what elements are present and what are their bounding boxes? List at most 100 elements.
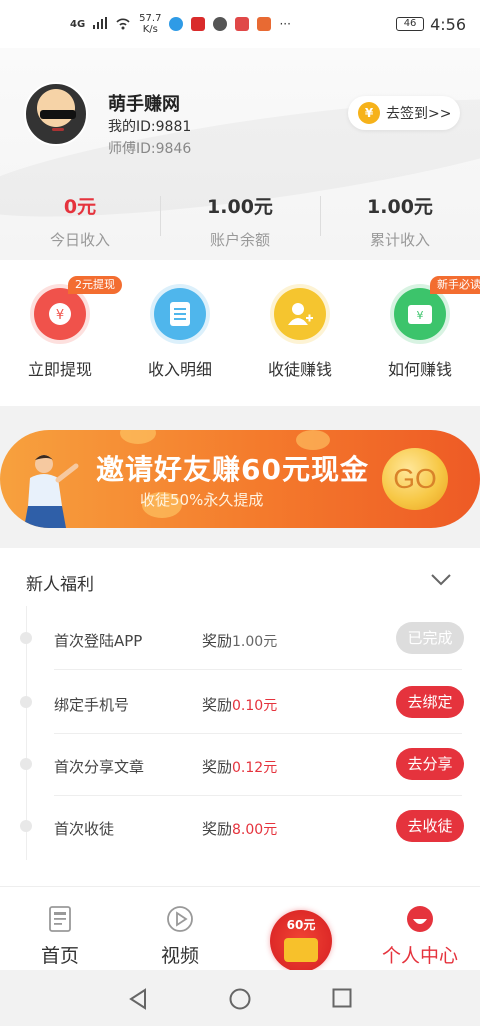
action-label: 收入明细 (147, 360, 212, 379)
task-reward: 奖励1.00元 (202, 630, 277, 651)
stat-total-income[interactable]: 1.00元 累计收入 (320, 186, 480, 256)
nav-label: 个人中心 (381, 945, 458, 967)
stat-label: 账户余额 (209, 231, 270, 249)
checkin-label: 去签到>> (386, 106, 452, 122)
wifi-icon (115, 16, 131, 33)
section-title: 新人福利 (26, 575, 94, 595)
checkin-button[interactable]: ¥ 去签到>> (348, 96, 460, 130)
reward-prefix: 奖励 (202, 820, 233, 838)
reward-prefix: 奖励 (202, 632, 233, 650)
app-icon (235, 17, 250, 31)
back-icon[interactable] (128, 988, 148, 1010)
reward-amount: 1.00元 (232, 634, 278, 650)
wallet-icon: ¥ (394, 288, 446, 340)
battery-icon: 46 (396, 17, 425, 31)
action-recruit[interactable]: 收徒赚钱 (240, 260, 360, 406)
nav-label: 首页 (40, 945, 79, 967)
go-button[interactable]: GO (382, 448, 448, 510)
withdraw-tag: 2元提现 (68, 276, 122, 294)
play-icon (167, 906, 193, 932)
task-row: 首次收徒 奖励8.00元 去收徒 (0, 796, 480, 858)
person-illustration (24, 455, 79, 528)
share-button[interactable]: 去分享 (396, 748, 464, 780)
stat-value: 1.00元 (367, 196, 433, 218)
news-icon (49, 906, 71, 932)
add-user-icon (274, 288, 326, 340)
task-name: 首次分享文章 (54, 758, 145, 776)
stat-value: 0元 (63, 196, 97, 218)
task-reward: 奖励0.12元 (202, 756, 277, 777)
invite-banner[interactable]: 邀请好友赚60元现金 收徒50%永久提成 GO (0, 430, 480, 528)
network-speed: 57.7 K/s (139, 13, 161, 35)
reward-amount: 0.10元 (232, 698, 278, 714)
bind-phone-button[interactable]: 去绑定 (396, 686, 464, 718)
news-app-icon (191, 17, 206, 31)
reward-prefix: 奖励 (202, 696, 233, 714)
recents-icon[interactable] (332, 988, 352, 1008)
banner-title: 邀请好友赚60元现金 (96, 453, 369, 486)
speed-value: 57.7 (139, 13, 162, 24)
action-label: 收徒赚钱 (267, 360, 332, 379)
signal-bars-icon (93, 16, 108, 32)
action-income-detail[interactable]: 收入明细 (120, 260, 240, 406)
task-name: 绑定手机号 (54, 696, 130, 714)
master-id: 师傅ID:9846 (108, 141, 192, 157)
reward-amount: 0.12元 (232, 760, 278, 776)
recruit-button[interactable]: 去收徒 (396, 810, 464, 842)
bottom-nav: 首页 视频 个人中心 (0, 886, 480, 970)
reward-badge-text: 60元 (286, 918, 316, 932)
nav-home[interactable]: 首页 (0, 887, 120, 970)
task-name: 首次收徒 (54, 820, 115, 838)
weibo-icon (257, 17, 272, 31)
divider (54, 669, 462, 670)
app-notification-icon (169, 17, 184, 31)
quick-actions: ¥ 2元提现 立即提现 收入明细 收徒赚钱 ¥ 新手必读 如何赚钱 (0, 260, 480, 406)
nickname: 萌手赚网 (108, 94, 180, 115)
wechat-icon (213, 17, 228, 31)
action-label: 立即提现 (27, 360, 92, 379)
action-label: 如何赚钱 (387, 360, 452, 379)
task-reward: 奖励0.10元 (202, 694, 277, 715)
timeline-dot (20, 632, 32, 644)
chevron-down-icon[interactable] (430, 568, 452, 590)
reward-amount: 8.00元 (232, 822, 278, 838)
profile-header: 萌手赚网 我的ID:9881 师傅ID:9846 ¥ 去签到>> 0元 今日收入… (0, 48, 480, 260)
timeline-dot (20, 696, 32, 708)
withdraw-icon: ¥ (34, 288, 86, 340)
timeline-dot (20, 758, 32, 770)
action-withdraw[interactable]: ¥ 2元提现 立即提现 (0, 260, 122, 406)
stat-label: 累计收入 (369, 231, 430, 249)
home-icon[interactable] (229, 988, 251, 1010)
stat-value: 1.00元 (207, 196, 273, 218)
action-how-to-earn[interactable]: ¥ 新手必读 如何赚钱 (360, 260, 480, 406)
nav-video[interactable]: 视频 (120, 887, 240, 970)
decorative-coin (120, 430, 156, 444)
earnings-stats: 0元 今日收入 1.00元 账户余额 1.00元 累计收入 (0, 186, 480, 256)
task-row: 绑定手机号 奖励0.10元 去绑定 (0, 672, 480, 734)
newbie-tag: 新手必读 (430, 276, 480, 294)
red-envelope-icon[interactable]: 60元 (270, 910, 332, 972)
timeline-dot (20, 820, 32, 832)
profile-icon (407, 906, 433, 932)
list-icon (154, 288, 206, 340)
clock: 4:56 (430, 14, 466, 34)
stat-today-income[interactable]: 0元 今日收入 (0, 186, 160, 256)
newbie-benefits: 新人福利 首次登陆APP 奖励1.00元 已完成 绑定手机号 奖励0.10元 去… (0, 548, 480, 888)
user-id: 我的ID:9881 (108, 119, 192, 135)
nav-label: 视频 (160, 945, 199, 967)
coin-icon: ¥ (358, 102, 380, 124)
avatar-mouth (52, 128, 64, 131)
more-notifications-icon: ··· (279, 17, 291, 31)
nav-profile[interactable]: 个人中心 (360, 887, 480, 970)
stat-balance[interactable]: 1.00元 账户余额 (160, 186, 320, 256)
envelope-shape (284, 938, 318, 962)
status-bar: 4G 57.7 K/s ··· 46 4:56 (0, 0, 480, 48)
task-row: 首次登陆APP 奖励1.00元 已完成 (0, 608, 480, 670)
signal-indicator: 4G (70, 18, 86, 30)
system-nav-bar (0, 970, 480, 1026)
task-name: 首次登陆APP (54, 632, 143, 650)
task-row: 首次分享文章 奖励0.12元 去分享 (0, 734, 480, 796)
stat-label: 今日收入 (49, 231, 110, 249)
banner-subtitle: 收徒50%永久提成 (140, 491, 264, 509)
avatar[interactable] (24, 82, 88, 146)
